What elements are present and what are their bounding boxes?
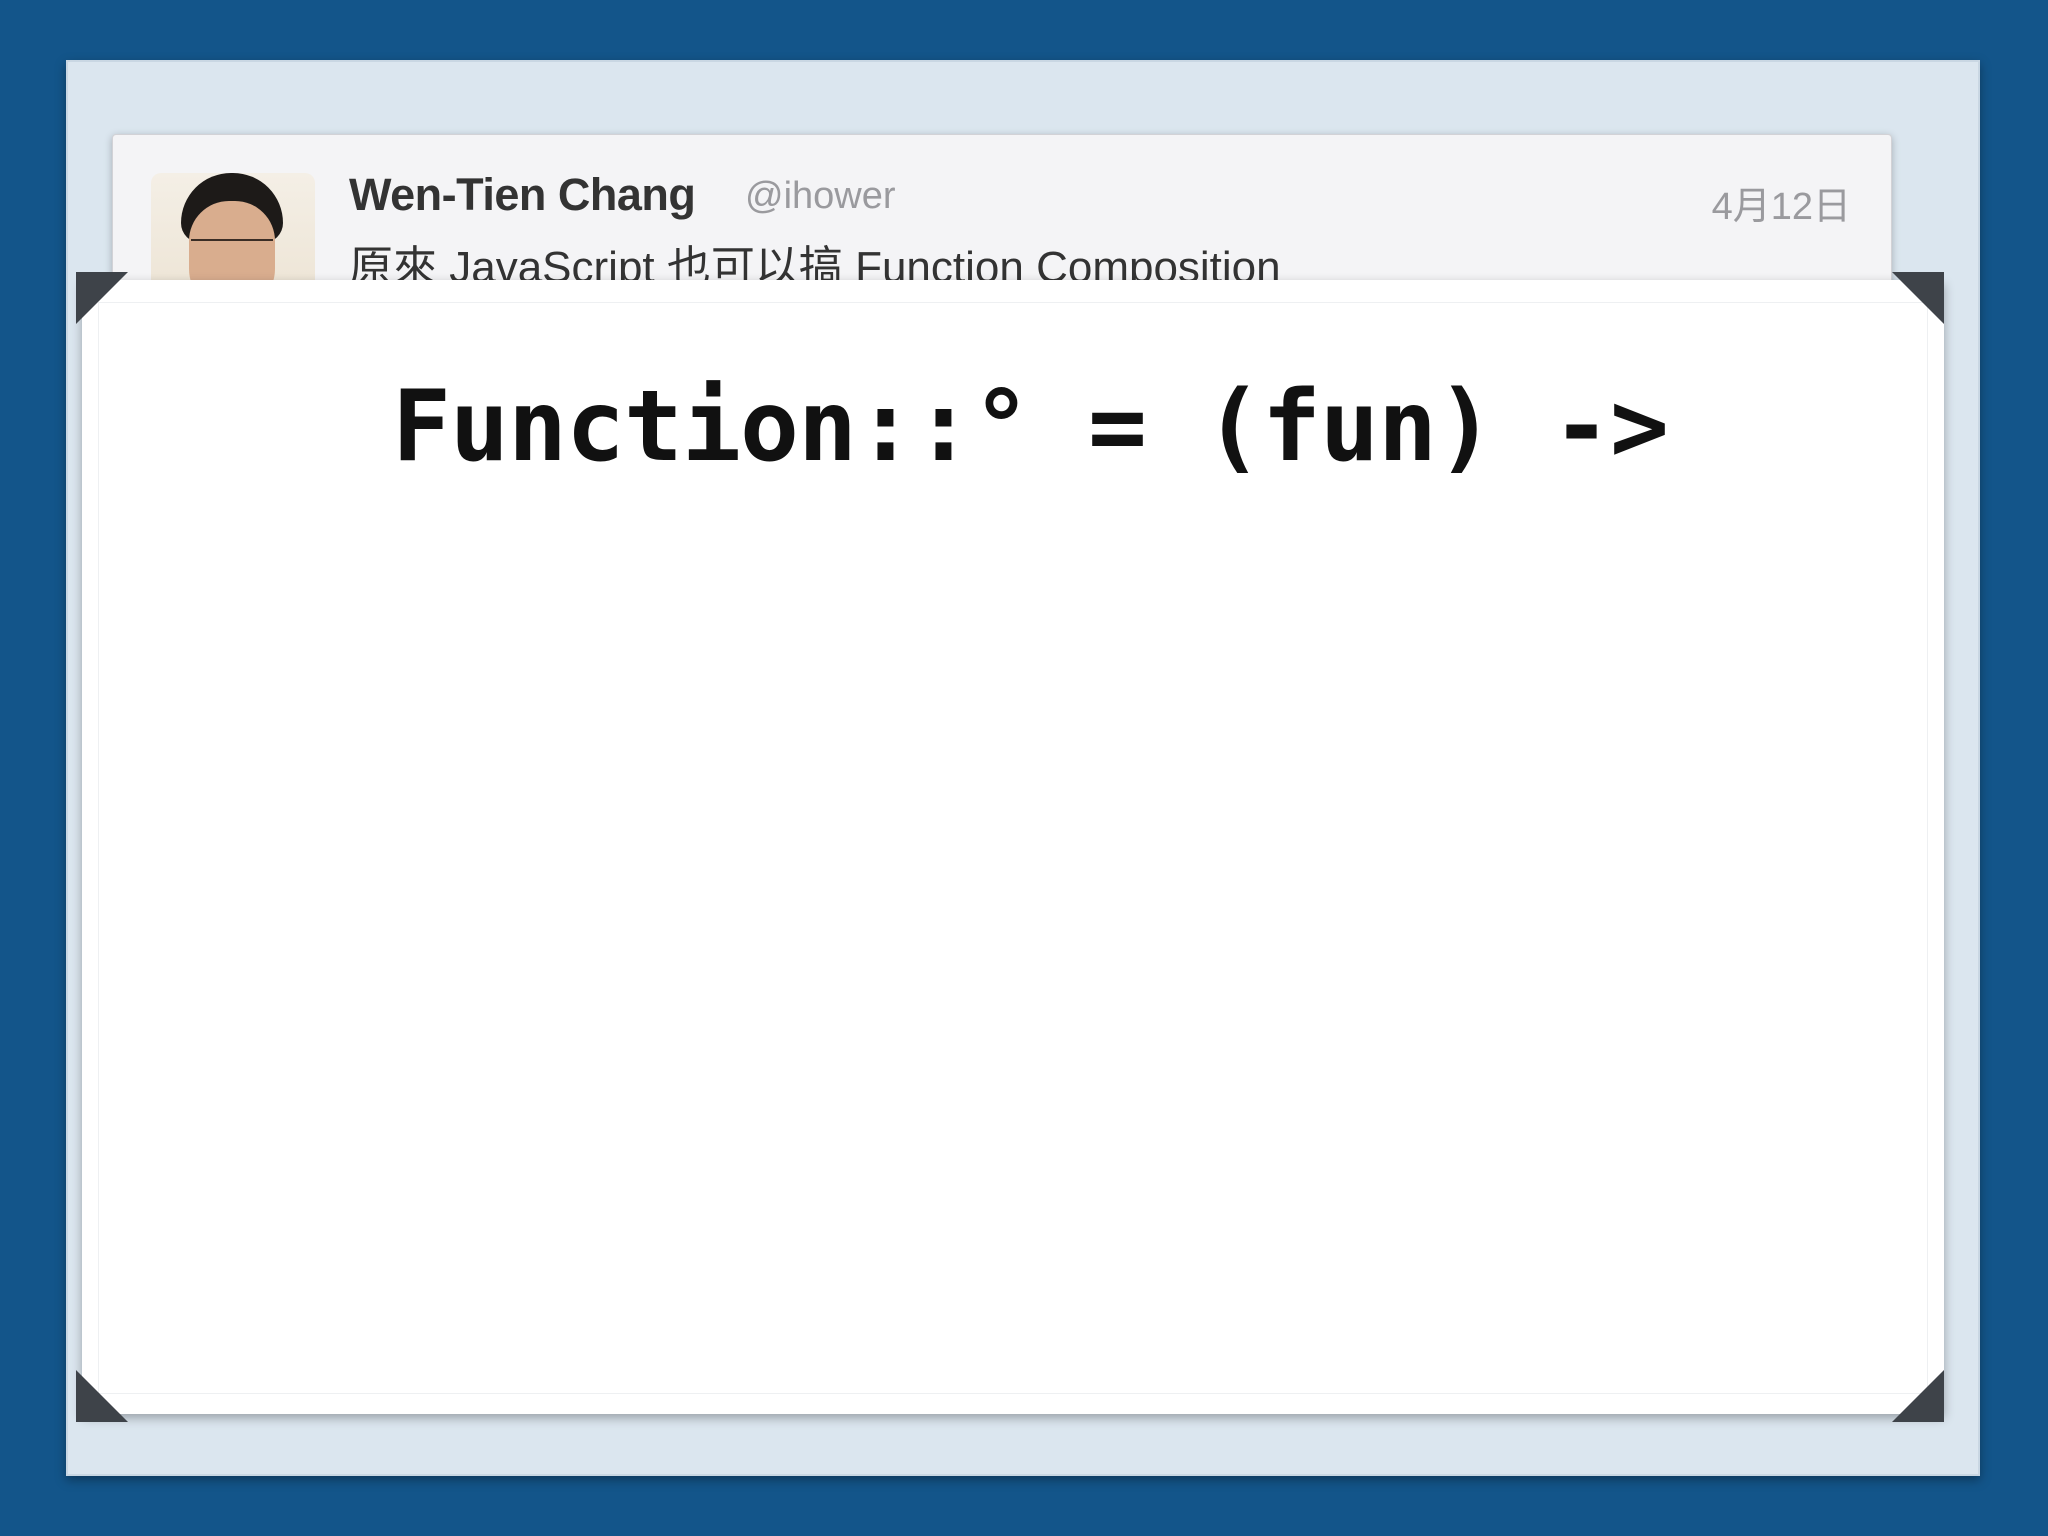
slide-code-line: Function::° = (fun) -> bbox=[392, 370, 1669, 484]
tweet-date: 4月12日 bbox=[1711, 186, 1851, 228]
tweet-author-handle: @ihower bbox=[745, 175, 896, 217]
avatar-glasses bbox=[191, 239, 273, 261]
tweet-author-name: Wen-Tien Chang bbox=[349, 169, 696, 220]
